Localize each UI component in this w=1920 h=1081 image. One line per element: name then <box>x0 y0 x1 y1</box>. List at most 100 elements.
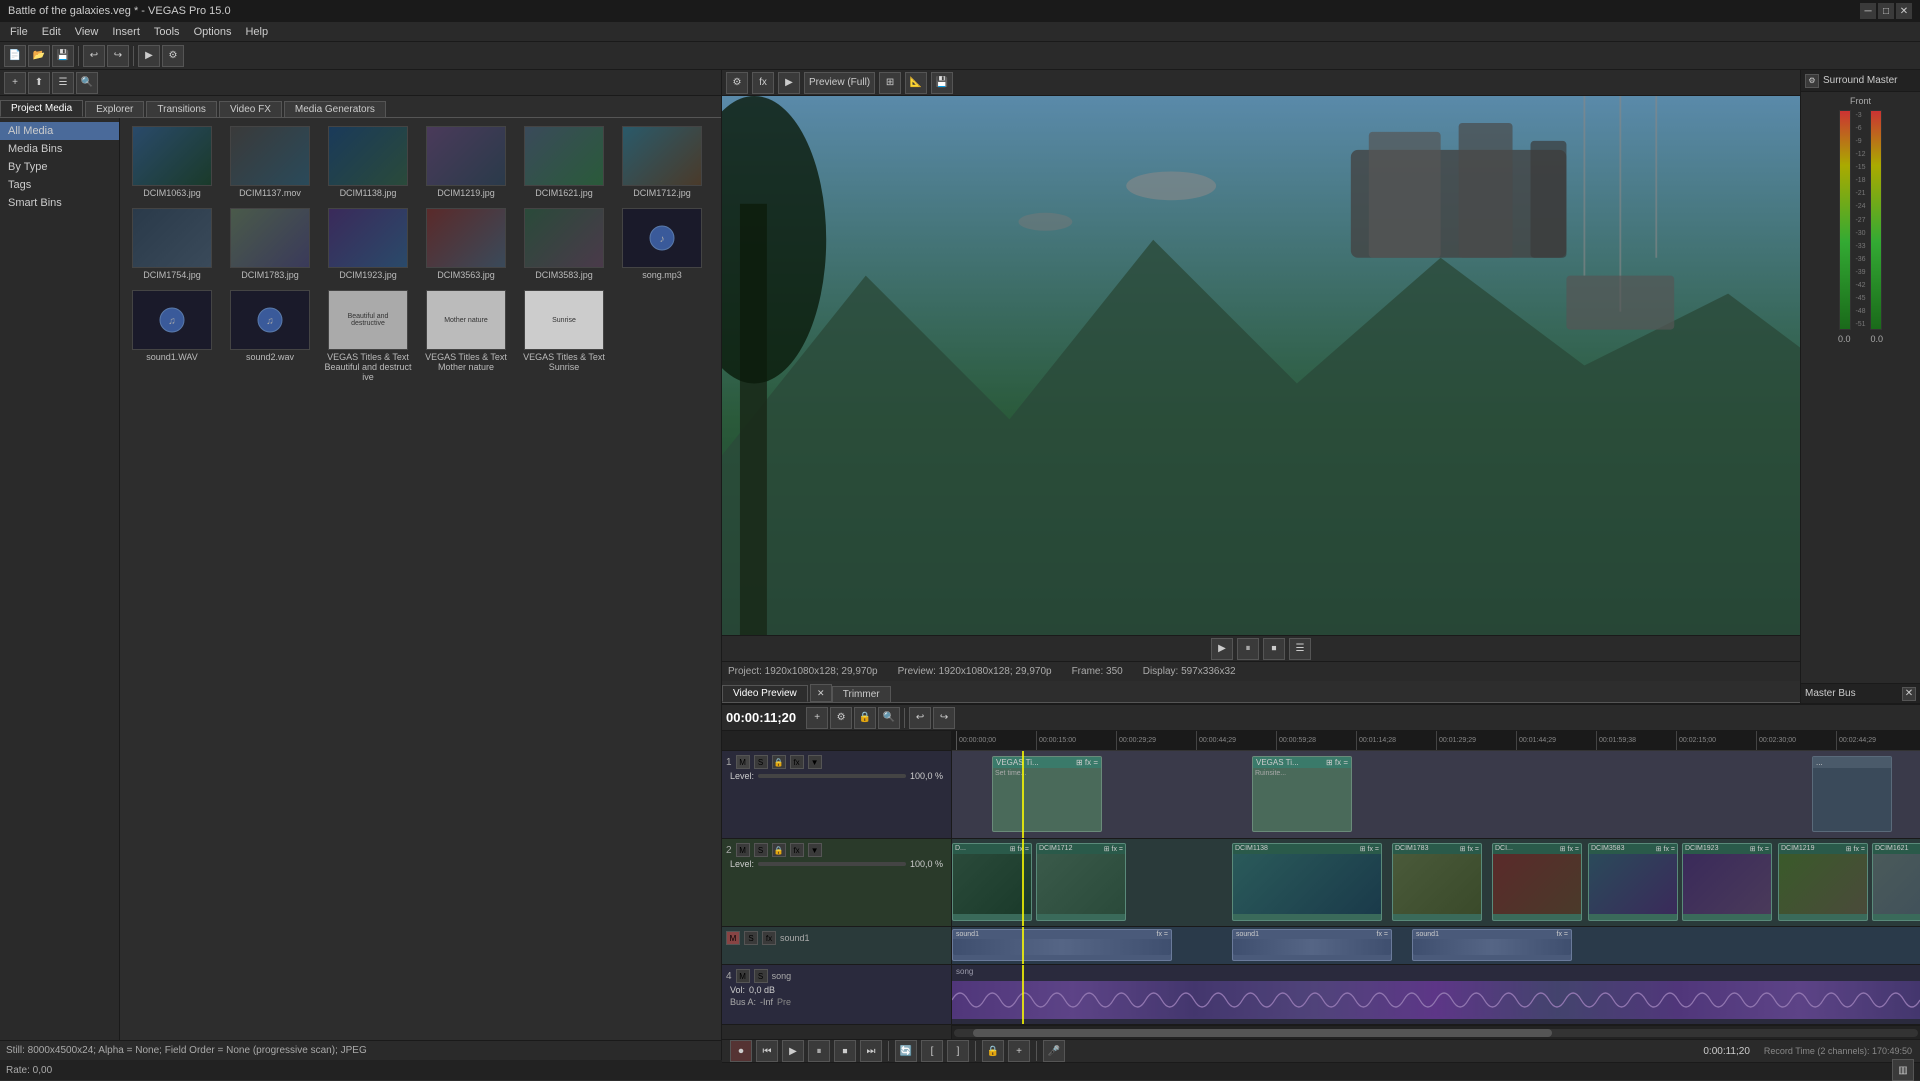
track1-lock[interactable]: 🔒 <box>772 755 786 769</box>
audio-main-mute[interactable]: M <box>736 969 750 983</box>
video-clip-1712[interactable]: DCIM1712⊞ fx = <box>1036 843 1126 921</box>
media-item-title1[interactable]: Beautiful and destructive VEGAS Titles &… <box>320 286 416 386</box>
audio-clip-sound1-3[interactable]: sound1fx = <box>1412 929 1572 961</box>
master-bus-close[interactable]: ✕ <box>1902 687 1916 701</box>
video-clip-1621[interactable]: DCIM1621⊞ fx = <box>1872 843 1920 921</box>
preview-quality-button[interactable]: Preview (Full) <box>804 72 875 94</box>
record-button[interactable]: ⏺ <box>730 1040 752 1062</box>
transport-play-button[interactable]: ▶ <box>1211 638 1233 660</box>
media-item-dcim1219[interactable]: DCIM1219.jpg <box>418 122 514 202</box>
media-import-button[interactable]: ⬆ <box>28 72 50 94</box>
media-item-song-mp3[interactable]: ♪ song.mp3 <box>614 204 710 284</box>
transport-loop-button[interactable]: ☰ <box>1289 638 1311 660</box>
stop-button[interactable]: ⏹ <box>834 1040 856 1062</box>
media-item-dcim1621[interactable]: DCIM1621.jpg <box>516 122 612 202</box>
media-search-button[interactable]: 🔍 <box>76 72 98 94</box>
media-item-dcim1783[interactable]: DCIM1783.jpg <box>222 204 318 284</box>
menu-view[interactable]: View <box>69 24 105 40</box>
title-clip-2[interactable]: VEGAS Ti... ⊞ fx = Ruinsite... <box>1252 756 1352 832</box>
undo-button[interactable]: ↩ <box>83 45 105 67</box>
menu-tools[interactable]: Tools <box>148 24 186 40</box>
title-clip-3[interactable]: ... <box>1812 756 1892 832</box>
menu-edit[interactable]: Edit <box>36 24 67 40</box>
preview-tab-close[interactable]: ✕ <box>810 684 832 702</box>
tab-video-fx[interactable]: Video FX <box>219 101 282 117</box>
media-item-dcim3583[interactable]: DCIM3583.jpg <box>516 204 612 284</box>
media-add-button[interactable]: + <box>4 72 26 94</box>
audio-clip-sound1-1[interactable]: sound1fx = <box>952 929 1172 961</box>
track1-expand[interactable]: ▼ <box>808 755 822 769</box>
snap-button[interactable]: 🔒 <box>982 1040 1004 1062</box>
track1-solo[interactable]: S <box>754 755 768 769</box>
sidebar-item-tags[interactable]: Tags <box>0 176 119 194</box>
sidebar-item-media-bins[interactable]: Media Bins <box>0 140 119 158</box>
track2-solo[interactable]: S <box>754 843 768 857</box>
menu-file[interactable]: File <box>4 24 34 40</box>
surround-settings-button[interactable]: ⚙ <box>1805 74 1819 88</box>
media-item-dcim1712[interactable]: DCIM1712.jpg <box>614 122 710 202</box>
timeline-settings[interactable]: ⚙ <box>830 707 852 729</box>
properties-button[interactable]: ⚙ <box>162 45 184 67</box>
track2-fx[interactable]: fx <box>790 843 804 857</box>
menu-insert[interactable]: Insert <box>106 24 146 40</box>
video-clip-dci[interactable]: DCI...⊞ fx = <box>1492 843 1582 921</box>
track1-fx[interactable]: fx <box>790 755 804 769</box>
save-button[interactable]: 💾 <box>52 45 74 67</box>
video-clip-d[interactable]: D...⊞ fx = <box>952 843 1032 921</box>
audio1-solo[interactable]: S <box>744 931 758 945</box>
media-item-dcim1137[interactable]: DCIM1137.mov <box>222 122 318 202</box>
media-item-dcim3563[interactable]: DCIM3563.jpg <box>418 204 514 284</box>
timeline-add-track[interactable]: + <box>806 707 828 729</box>
mic-button[interactable]: 🎤 <box>1043 1040 1065 1062</box>
video-clip-3583[interactable]: DCIM3583⊞ fx = <box>1588 843 1678 921</box>
render-button[interactable]: ▶ <box>138 45 160 67</box>
video-clip-1219[interactable]: DCIM1219⊞ fx = <box>1778 843 1868 921</box>
minimize-button[interactable]: ─ <box>1860 3 1876 19</box>
audio1-fx[interactable]: fx <box>762 931 776 945</box>
preview-view-button[interactable]: ⊞ <box>879 72 901 94</box>
sidebar-item-all-media[interactable]: All Media <box>0 122 119 140</box>
fast-forward[interactable]: ⏭ <box>860 1040 882 1062</box>
timeline-scrollbar-thumb[interactable] <box>973 1029 1551 1037</box>
timeline-snap[interactable]: 🔒 <box>854 707 876 729</box>
preview-snap-button[interactable]: 📐 <box>905 72 927 94</box>
open-button[interactable]: 📂 <box>28 45 50 67</box>
track2-mute[interactable]: M <box>736 843 750 857</box>
pause-button[interactable]: ⏸ <box>808 1040 830 1062</box>
media-item-title3[interactable]: Sunrise VEGAS Titles & Text Sunrise <box>516 286 612 386</box>
tab-video-preview[interactable]: Video Preview <box>722 685 808 702</box>
preview-settings-button[interactable]: ⚙ <box>726 72 748 94</box>
video-clip-1138[interactable]: DCIM1138⊞ fx = <box>1232 843 1382 921</box>
timeline-redo[interactable]: ↪ <box>933 707 955 729</box>
menu-options[interactable]: Options <box>188 24 238 40</box>
mark-in[interactable]: [ <box>921 1040 943 1062</box>
tab-transitions[interactable]: Transitions <box>146 101 217 117</box>
maximize-button[interactable]: □ <box>1878 3 1894 19</box>
transport-pause-button[interactable]: ⏸ <box>1237 638 1259 660</box>
timeline-scrollbar-track[interactable] <box>954 1029 1918 1037</box>
preview-play-button[interactable]: ▶ <box>778 72 800 94</box>
tab-explorer[interactable]: Explorer <box>85 101 144 117</box>
media-item-dcim1138[interactable]: DCIM1138.jpg <box>320 122 416 202</box>
play-button[interactable]: ▶ <box>782 1040 804 1062</box>
media-item-title2[interactable]: Mother nature VEGAS Titles & Text Mother… <box>418 286 514 386</box>
audio-clip-sound1-2[interactable]: sound1fx = <box>1232 929 1392 961</box>
loop-button[interactable]: 🔄 <box>895 1040 917 1062</box>
media-item-sound2[interactable]: ♫ sound2.wav <box>222 286 318 386</box>
media-item-dcim1754[interactable]: DCIM1754.jpg <box>124 204 220 284</box>
track1-level-slider[interactable] <box>758 774 906 778</box>
preview-fx-button[interactable]: fx <box>752 72 774 94</box>
preview-save-button[interactable]: 💾 <box>931 72 953 94</box>
track1-mute[interactable]: M <box>736 755 750 769</box>
audio1-mute[interactable]: M <box>726 931 740 945</box>
transport-stop-button[interactable]: ⏹ <box>1263 638 1285 660</box>
menu-help[interactable]: Help <box>239 24 274 40</box>
rewind-start[interactable]: ⏮ <box>756 1040 778 1062</box>
tab-media-generators[interactable]: Media Generators <box>284 101 386 117</box>
media-item-dcim1063[interactable]: DCIM1063.jpg <box>124 122 220 202</box>
close-button[interactable]: ✕ <box>1896 3 1912 19</box>
audio-main-solo[interactable]: S <box>754 969 768 983</box>
video-clip-1923[interactable]: DCIM1923⊞ fx = <box>1682 843 1772 921</box>
zoom-in-t[interactable]: + <box>1008 1040 1030 1062</box>
redo-button[interactable]: ↪ <box>107 45 129 67</box>
